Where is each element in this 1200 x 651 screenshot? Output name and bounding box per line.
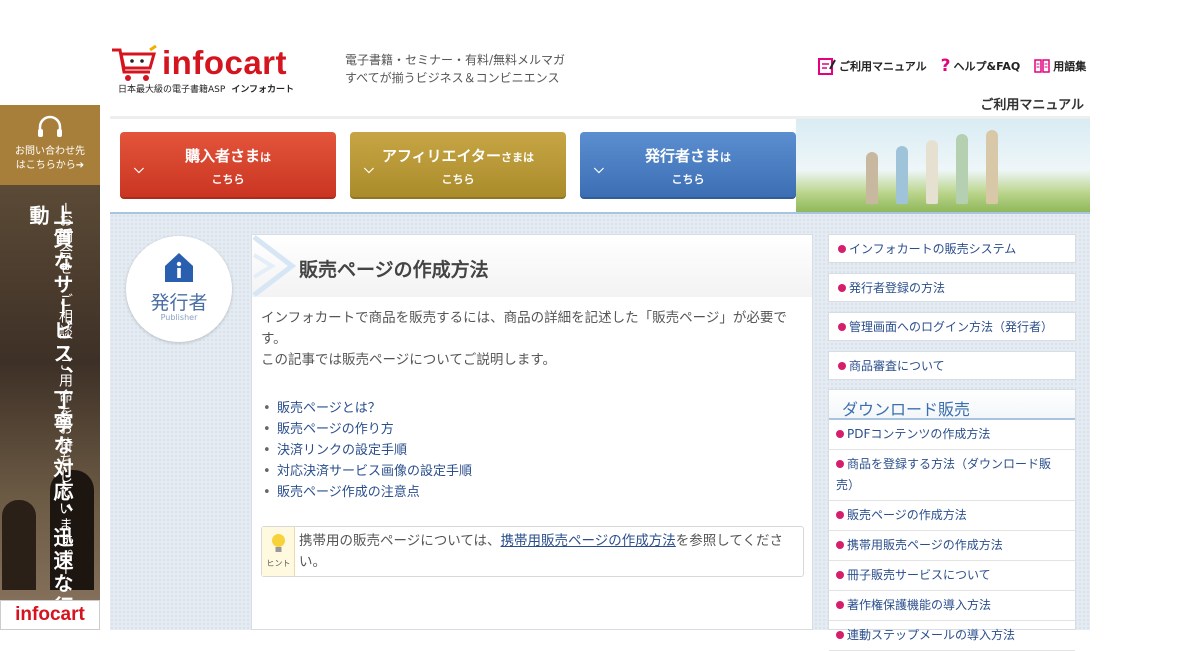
sidebar-links: インフォカートの販売システム 発行者登録の方法 管理画面へのログイン方法（発行者… — [828, 234, 1076, 390]
top-links: ご利用マニュアル ? ヘルプ&FAQ 用語集 — [818, 55, 1086, 77]
bullet-icon — [836, 430, 844, 438]
toc-link[interactable]: 対応決済サービス画像の設定手順 — [261, 461, 472, 482]
buyer-nav-button[interactable]: ⌵ 購入者さまは こちら — [120, 132, 336, 199]
bullet-icon — [836, 631, 844, 639]
page-title: 販売ページの作成方法 — [299, 259, 489, 281]
toc-link[interactable]: 販売ページとは？ — [261, 398, 472, 419]
sidebar-link[interactable]: 管理画面へのログイン方法（発行者） — [828, 312, 1076, 341]
site-logo[interactable]: infocart 日本最大級の電子書籍ASP インフォカート — [110, 42, 310, 98]
bullet-icon — [838, 323, 846, 331]
logo-subtitle: 日本最大級の電子書籍ASP インフォカート — [118, 85, 295, 95]
sidebar-link[interactable]: インフォカートの販売システム — [828, 234, 1076, 263]
hint-icon-box: ヒント — [262, 527, 295, 576]
runners-photo — [796, 119, 1090, 212]
bullet-icon — [838, 245, 846, 253]
publisher-badge-sublabel: Publisher — [160, 313, 198, 322]
bullet-icon — [838, 362, 846, 370]
side-ad-banner[interactable]: お問い合わせ先 はこちらから➔ ─お問合せ・ご相談・ご用命をお待ちしています。─… — [0, 105, 100, 630]
hint-box: ヒント 携帯用の販売ページについては、携帯用販売ページの作成方法を参照してくださ… — [261, 526, 804, 577]
manual-link[interactable]: ご利用マニュアル — [818, 55, 927, 77]
publisher-nav-button[interactable]: ⌵ 発行者さまは こちら — [580, 132, 796, 199]
intro-text: インフォカートで商品を販売するには、商品の詳細を記述した「販売ページ」が必要です… — [261, 310, 787, 368]
page-section-label: ご利用マニュアル — [980, 98, 1084, 113]
chevron-down-icon: ⌵ — [134, 162, 144, 177]
ad-image: ─お問合せ・ご相談・ご用命をお待ちしています。─ 上質なサービス、丁寧な対応、迅… — [0, 185, 100, 630]
mobile-sales-page-link[interactable]: 携帯用販売ページの作成方法 — [501, 533, 676, 549]
download-sales-menu: ダウンロード販売 PDFコンテンツの作成方法 商品を登録する方法（ダウンロード販… — [828, 389, 1076, 651]
download-menu-item[interactable]: 連動ステップメールの導入方法 — [829, 621, 1075, 651]
publisher-badge-label: 発行者 — [150, 292, 208, 314]
toc-link[interactable]: 決済リンクの設定手順 — [261, 440, 472, 461]
glossary-link[interactable]: 用語集 — [1034, 55, 1086, 77]
download-menu-item[interactable]: 携帯用販売ページの作成方法 — [829, 531, 1075, 561]
site-tagline: 電子書籍・セミナー・有料/無料メルマガ すべてが揃うビジネス＆コンビニエンス — [345, 53, 566, 85]
manual-icon — [818, 58, 836, 75]
bullet-icon — [836, 511, 844, 519]
hint-text: 携帯用の販売ページについては、携帯用販売ページの作成方法を参照してください。 — [299, 533, 783, 570]
bullet-icon — [838, 284, 846, 292]
article: 販売ページの作成方法 インフォカートで商品を販売するには、商品の詳細を記述した「… — [251, 234, 813, 630]
logo-text: infocart — [162, 44, 288, 81]
download-sales-title: ダウンロード販売 — [829, 390, 1075, 420]
question-icon: ? — [940, 55, 951, 76]
download-menu-item[interactable]: 冊子販売サービスについて — [829, 561, 1075, 591]
chevron-down-icon: ⌵ — [364, 162, 374, 177]
table-of-contents: 販売ページとは？ 販売ページの作り方 決済リンクの設定手順 対応決済サービス画像… — [261, 398, 472, 503]
download-menu-item[interactable]: 著作権保護機能の導入方法 — [829, 591, 1075, 621]
download-menu-item[interactable]: 販売ページの作成方法 — [829, 501, 1075, 531]
chevron-down-icon: ⌵ — [594, 162, 604, 177]
lightbulb-icon — [272, 534, 285, 552]
publisher-badge: 発行者 Publisher — [126, 236, 232, 342]
bullet-icon — [836, 601, 844, 609]
bullet-icon — [836, 460, 844, 468]
download-menu-item[interactable]: PDFコンテンツの作成方法 — [829, 420, 1075, 450]
sidebar-link[interactable]: 発行者登録の方法 — [828, 273, 1076, 302]
sidebar-link[interactable]: 商品審査について — [828, 351, 1076, 380]
bullet-icon — [836, 541, 844, 549]
bullet-icon — [836, 571, 844, 579]
contact-box[interactable]: お問い合わせ先 はこちらから➔ — [0, 105, 100, 185]
cart-icon — [112, 44, 157, 81]
toc-link[interactable]: 販売ページ作成の注意点 — [261, 482, 472, 503]
ad-logo: infocart — [0, 600, 100, 630]
headset-icon — [38, 115, 62, 137]
toc-link[interactable]: 販売ページの作り方 — [261, 419, 472, 440]
download-menu-item[interactable]: 商品を登録する方法（ダウンロード販売） — [829, 450, 1075, 501]
affiliate-nav-button[interactable]: ⌵ アフィリエイターさまは こちら — [350, 132, 566, 199]
title-bar: 販売ページの作成方法 — [252, 235, 812, 297]
glossary-icon — [1034, 59, 1051, 73]
info-house-icon — [165, 253, 193, 282]
ad-headline: 上質なサービス、丁寧な対応、迅速な行動 — [26, 205, 74, 619]
hint-label: ヒント — [266, 559, 291, 568]
arrow-decoration-icon — [252, 235, 296, 297]
help-faq-link[interactable]: ? ヘルプ&FAQ — [941, 55, 1021, 77]
